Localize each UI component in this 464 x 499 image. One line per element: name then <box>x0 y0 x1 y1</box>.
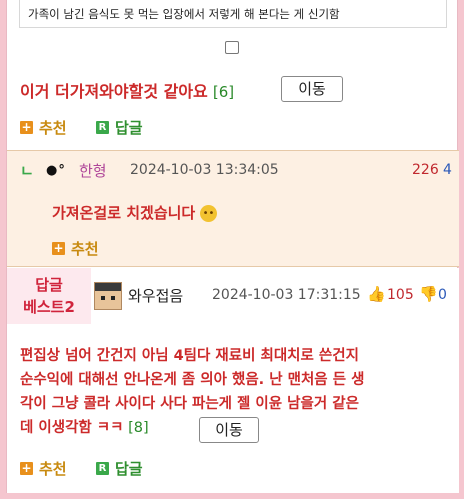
reply-body: 가져온걸로 치겠습니다 •• <box>52 202 218 223</box>
rolling-eyes-emoji-icon: •• <box>200 205 218 222</box>
best-reply-button[interactable]: R 답글 <box>96 458 143 479</box>
comment-text: 이거 더가져와야할것 같아요 <box>20 82 208 101</box>
best-reply-count[interactable]: [8] <box>128 420 149 436</box>
reply-label: 답글 <box>115 119 143 137</box>
comment-body: 이거 더가져와야할것 같아요 [6] <box>20 78 234 102</box>
best-badge-line2: 베스트2 <box>23 298 75 316</box>
best-badge: 답글 베스트2 <box>7 268 91 324</box>
reply-nickname[interactable]: 한형 <box>79 160 107 181</box>
reply-recommend-button[interactable]: + 추천 <box>52 238 99 259</box>
reply-timestamp: 2024-10-03 13:34:05 <box>130 162 279 178</box>
plus-icon: + <box>20 461 33 475</box>
reply-comment: ㄴ ●° 한형 2024-10-03 13:34:05 226 4 가져온걸로 … <box>7 150 459 267</box>
best-reply: 답글 베스트2 와우접음 2024-10-03 17:31:15 👍 105 👎… <box>7 268 459 493</box>
reply-r-icon: R <box>96 462 109 475</box>
recommend-button[interactable]: + 추천 <box>20 117 67 138</box>
best-recommend-label: 추천 <box>39 460 67 478</box>
reply-button[interactable]: R 답글 <box>96 117 143 138</box>
quoted-text: 가족이 남긴 음식도 못 먹는 입장에서 저렇게 해 본다는 게 신기함 <box>28 7 340 21</box>
reply-down-count: 4 <box>443 162 452 178</box>
plus-icon: + <box>52 241 65 255</box>
select-checkbox[interactable] <box>225 41 239 54</box>
reply-text: 가져온걸로 치겠습니다 <box>52 204 196 222</box>
recommend-label: 추천 <box>39 119 67 137</box>
best-down-count: 0 <box>438 287 447 303</box>
quoted-comment: 가족이 남긴 음식도 못 먹는 입장에서 저렇게 해 본다는 게 신기함 <box>19 0 447 28</box>
best-up-count: 105 <box>387 287 414 303</box>
best-text-line1: 편집상 넘어 간건지 아님 4팀다 재료비 최대치로 쓴건지 <box>20 348 359 364</box>
level-icon: ●° <box>46 163 66 178</box>
reply-count[interactable]: [6] <box>213 83 234 101</box>
comment-frame: 가족이 남긴 음식도 못 먹는 입장에서 저렇게 해 본다는 게 신기함 이거 … <box>6 0 459 493</box>
best-text-line3: 각이 그냥 콜라 사이다 사다 파는게 젤 이윤 남을거 같은 <box>20 396 359 412</box>
best-reply-label: 답글 <box>115 460 143 478</box>
thumbs-up-icon[interactable]: 👍 <box>367 285 386 303</box>
best-badge-line1: 답글 <box>35 276 63 294</box>
thumbs-down-icon[interactable]: 👎 <box>419 285 438 303</box>
best-text-line4: 데 이생각함 ㅋㅋ <box>20 420 124 436</box>
move-button[interactable]: 이동 <box>281 76 343 102</box>
reply-recommend-label: 추천 <box>71 240 99 258</box>
best-move-button[interactable]: 이동 <box>199 417 259 443</box>
best-nickname[interactable]: 와우접음 <box>128 285 183 306</box>
avatar-icon <box>94 282 122 310</box>
reply-r-icon: R <box>96 121 109 134</box>
reply-arrow-icon: ㄴ <box>20 162 34 180</box>
best-recommend-button[interactable]: + 추천 <box>20 458 67 479</box>
plus-icon: + <box>20 120 33 134</box>
best-timestamp: 2024-10-03 17:31:15 <box>212 287 361 303</box>
reply-up-count: 226 <box>412 162 439 178</box>
best-text-line2: 순수익에 대해선 안나온게 좀 의아 했음. 난 맨처음 든 생 <box>20 372 365 388</box>
